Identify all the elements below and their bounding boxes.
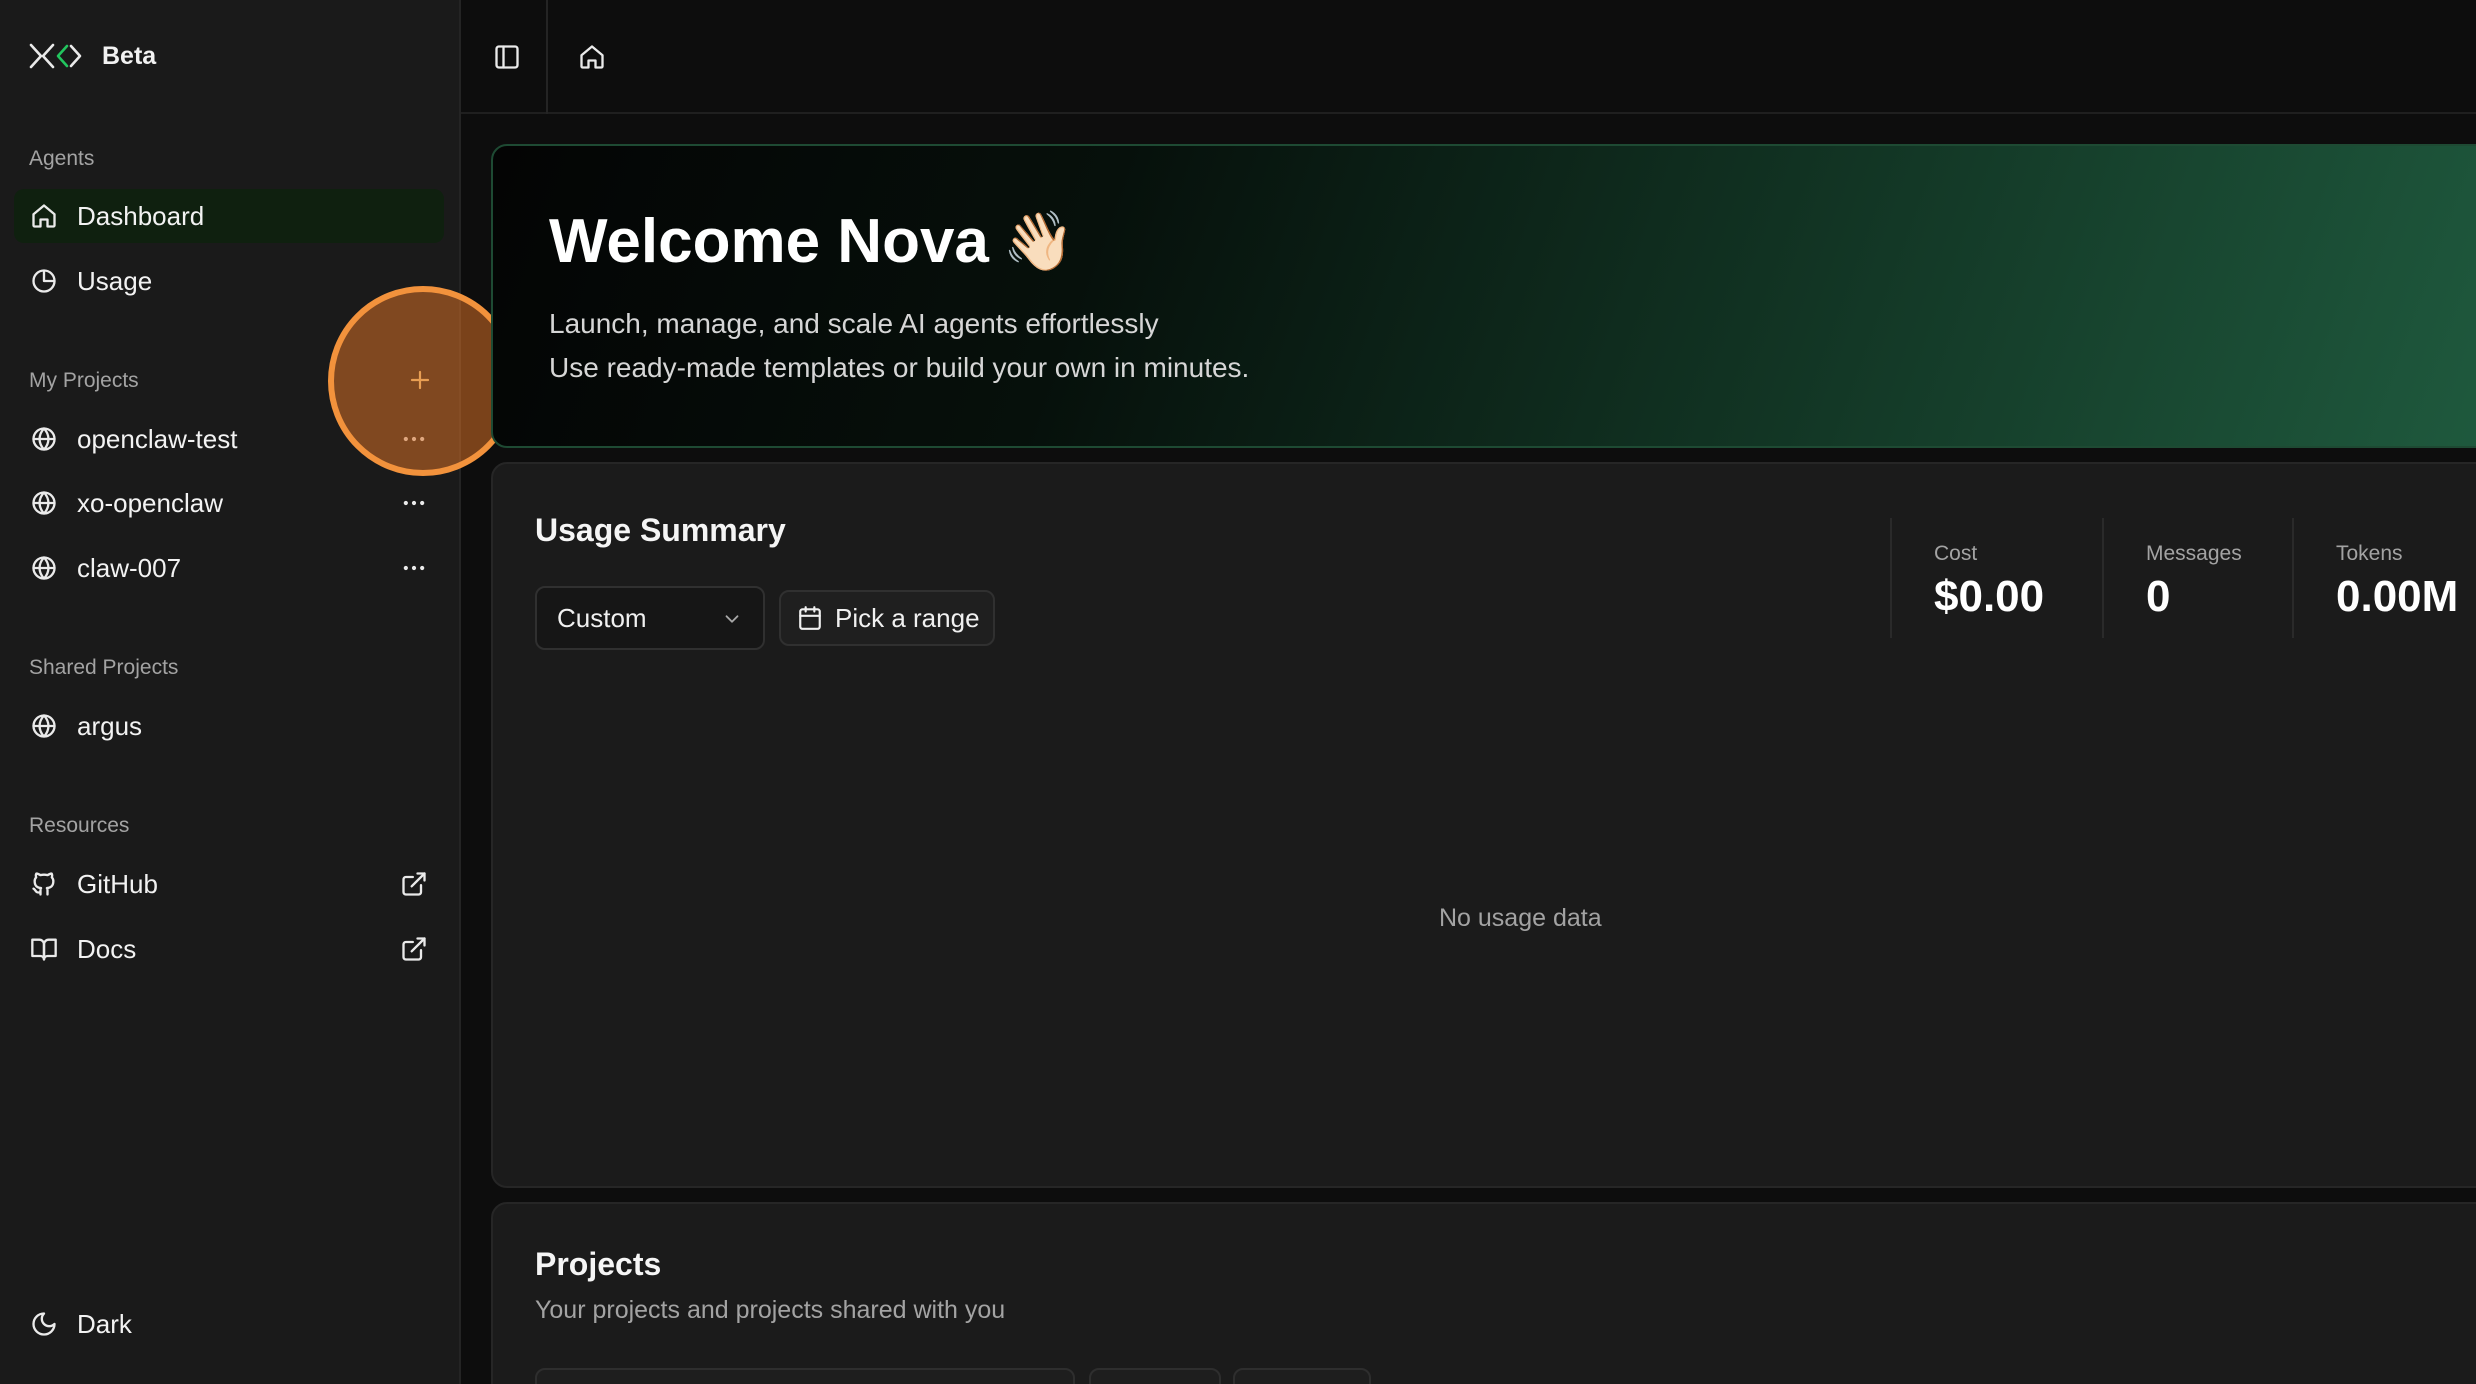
sidebar-item-label: argus [77, 710, 143, 741]
sidebar-item-usage[interactable]: Usage [14, 254, 444, 308]
welcome-title-text: Welcome Nova [549, 207, 989, 276]
sidebar-toggle-button[interactable] [488, 38, 526, 76]
projects-sort-button[interactable] [1233, 1368, 1371, 1384]
sidebar-item-openclaw-test[interactable]: openclaw-test [14, 412, 444, 466]
stat-value: 0.00M [2336, 572, 2459, 621]
section-label-my-projects: My Projects [29, 369, 139, 392]
section-label-agents: Agents [29, 147, 95, 170]
calendar-icon [799, 606, 821, 630]
section-label-shared-projects: Shared Projects [29, 656, 179, 679]
brand-name: Beta [102, 41, 157, 70]
pick-range-label: Pick a range [835, 602, 980, 633]
projects-subtitle: Your projects and projects shared with y… [535, 1296, 1006, 1324]
pick-range-button[interactable]: Pick a range [779, 590, 995, 646]
book-icon [29, 934, 59, 964]
projects-search-input[interactable] [535, 1368, 1075, 1384]
usage-summary-card: Usage Summary Custom Pick a range Cost $… [491, 462, 2476, 1188]
range-preset-select[interactable]: Custom [535, 586, 765, 650]
sidebar-item-label: Usage [77, 265, 153, 296]
theme-toggle[interactable]: Dark [14, 1297, 444, 1351]
sidebar-item-argus[interactable]: argus [14, 699, 444, 753]
topbar [461, 0, 2476, 114]
moon-icon [29, 1309, 59, 1339]
stat-label: Cost [1934, 542, 1978, 565]
more-options-icon[interactable] [396, 421, 432, 457]
app-root: Beta Agents Dashboard Usage My Projects … [0, 0, 2476, 1384]
chevron-down-icon [725, 615, 739, 623]
globe-icon [29, 424, 59, 454]
sidebar-item-label: xo-openclaw [77, 487, 223, 518]
range-preset-value: Custom [557, 602, 647, 633]
more-options-icon[interactable] [396, 550, 432, 586]
brand-logo-icon [29, 43, 82, 69]
welcome-banner: Welcome Nova 👋🏻 Launch, manage, and scal… [491, 144, 2476, 448]
stat-tokens: Tokens 0.00M [2292, 518, 2472, 638]
sidebar: Beta Agents Dashboard Usage My Projects … [0, 0, 461, 1384]
sidebar-item-dashboard[interactable]: Dashboard [14, 189, 444, 243]
section-label-resources: Resources [29, 814, 130, 837]
external-link-icon [396, 866, 432, 902]
add-project-button[interactable] [402, 362, 438, 398]
globe-icon [29, 488, 59, 518]
usage-empty-text: No usage data [1439, 904, 1602, 932]
sidebar-item-docs[interactable]: Docs [14, 922, 444, 976]
panel-left-icon [495, 45, 519, 69]
sidebar-item-claw-007[interactable]: claw-007 [14, 541, 444, 595]
stat-value: $0.00 [1934, 572, 2045, 621]
welcome-title: Welcome Nova 👋🏻 [549, 206, 1075, 277]
plus-icon [410, 370, 430, 390]
pie-chart-icon [29, 266, 59, 296]
sidebar-item-label: Docs [77, 933, 137, 964]
sidebar-item-label: openclaw-test [77, 423, 238, 454]
brand[interactable]: Beta [28, 40, 156, 72]
globe-icon [29, 711, 59, 741]
welcome-tagline: Launch, manage, and scale AI agents effo… [549, 308, 1159, 339]
external-link-icon [396, 931, 432, 967]
stat-value: 0 [2146, 572, 2171, 621]
topbar-divider [546, 0, 548, 114]
waving-hand-icon: 👋🏻 [1002, 208, 1076, 274]
stat-messages: Messages 0 [2102, 518, 2292, 638]
stat-label: Messages [2146, 542, 2242, 565]
projects-filter-button[interactable] [1089, 1368, 1221, 1384]
stat-label: Tokens [2336, 542, 2403, 565]
sidebar-item-xo-openclaw[interactable]: xo-openclaw [14, 476, 444, 530]
stat-cost: Cost $0.00 [1890, 518, 2102, 638]
welcome-subtagline: Use ready-made templates or build your o… [549, 352, 1250, 383]
more-options-icon[interactable] [396, 485, 432, 521]
home-icon [29, 201, 59, 231]
usage-summary-title: Usage Summary [535, 512, 786, 548]
sidebar-item-github[interactable]: GitHub [14, 857, 444, 911]
sidebar-item-label: Dashboard [77, 200, 205, 231]
globe-icon [29, 553, 59, 583]
projects-title: Projects [535, 1246, 662, 1282]
projects-card: Projects Your projects and projects shar… [491, 1202, 2476, 1384]
sidebar-item-label: claw-007 [77, 552, 182, 583]
github-icon [29, 869, 59, 899]
home-icon [580, 45, 604, 69]
theme-label: Dark [77, 1308, 132, 1339]
sidebar-item-label: GitHub [77, 868, 158, 899]
home-breadcrumb-button[interactable] [573, 38, 611, 76]
